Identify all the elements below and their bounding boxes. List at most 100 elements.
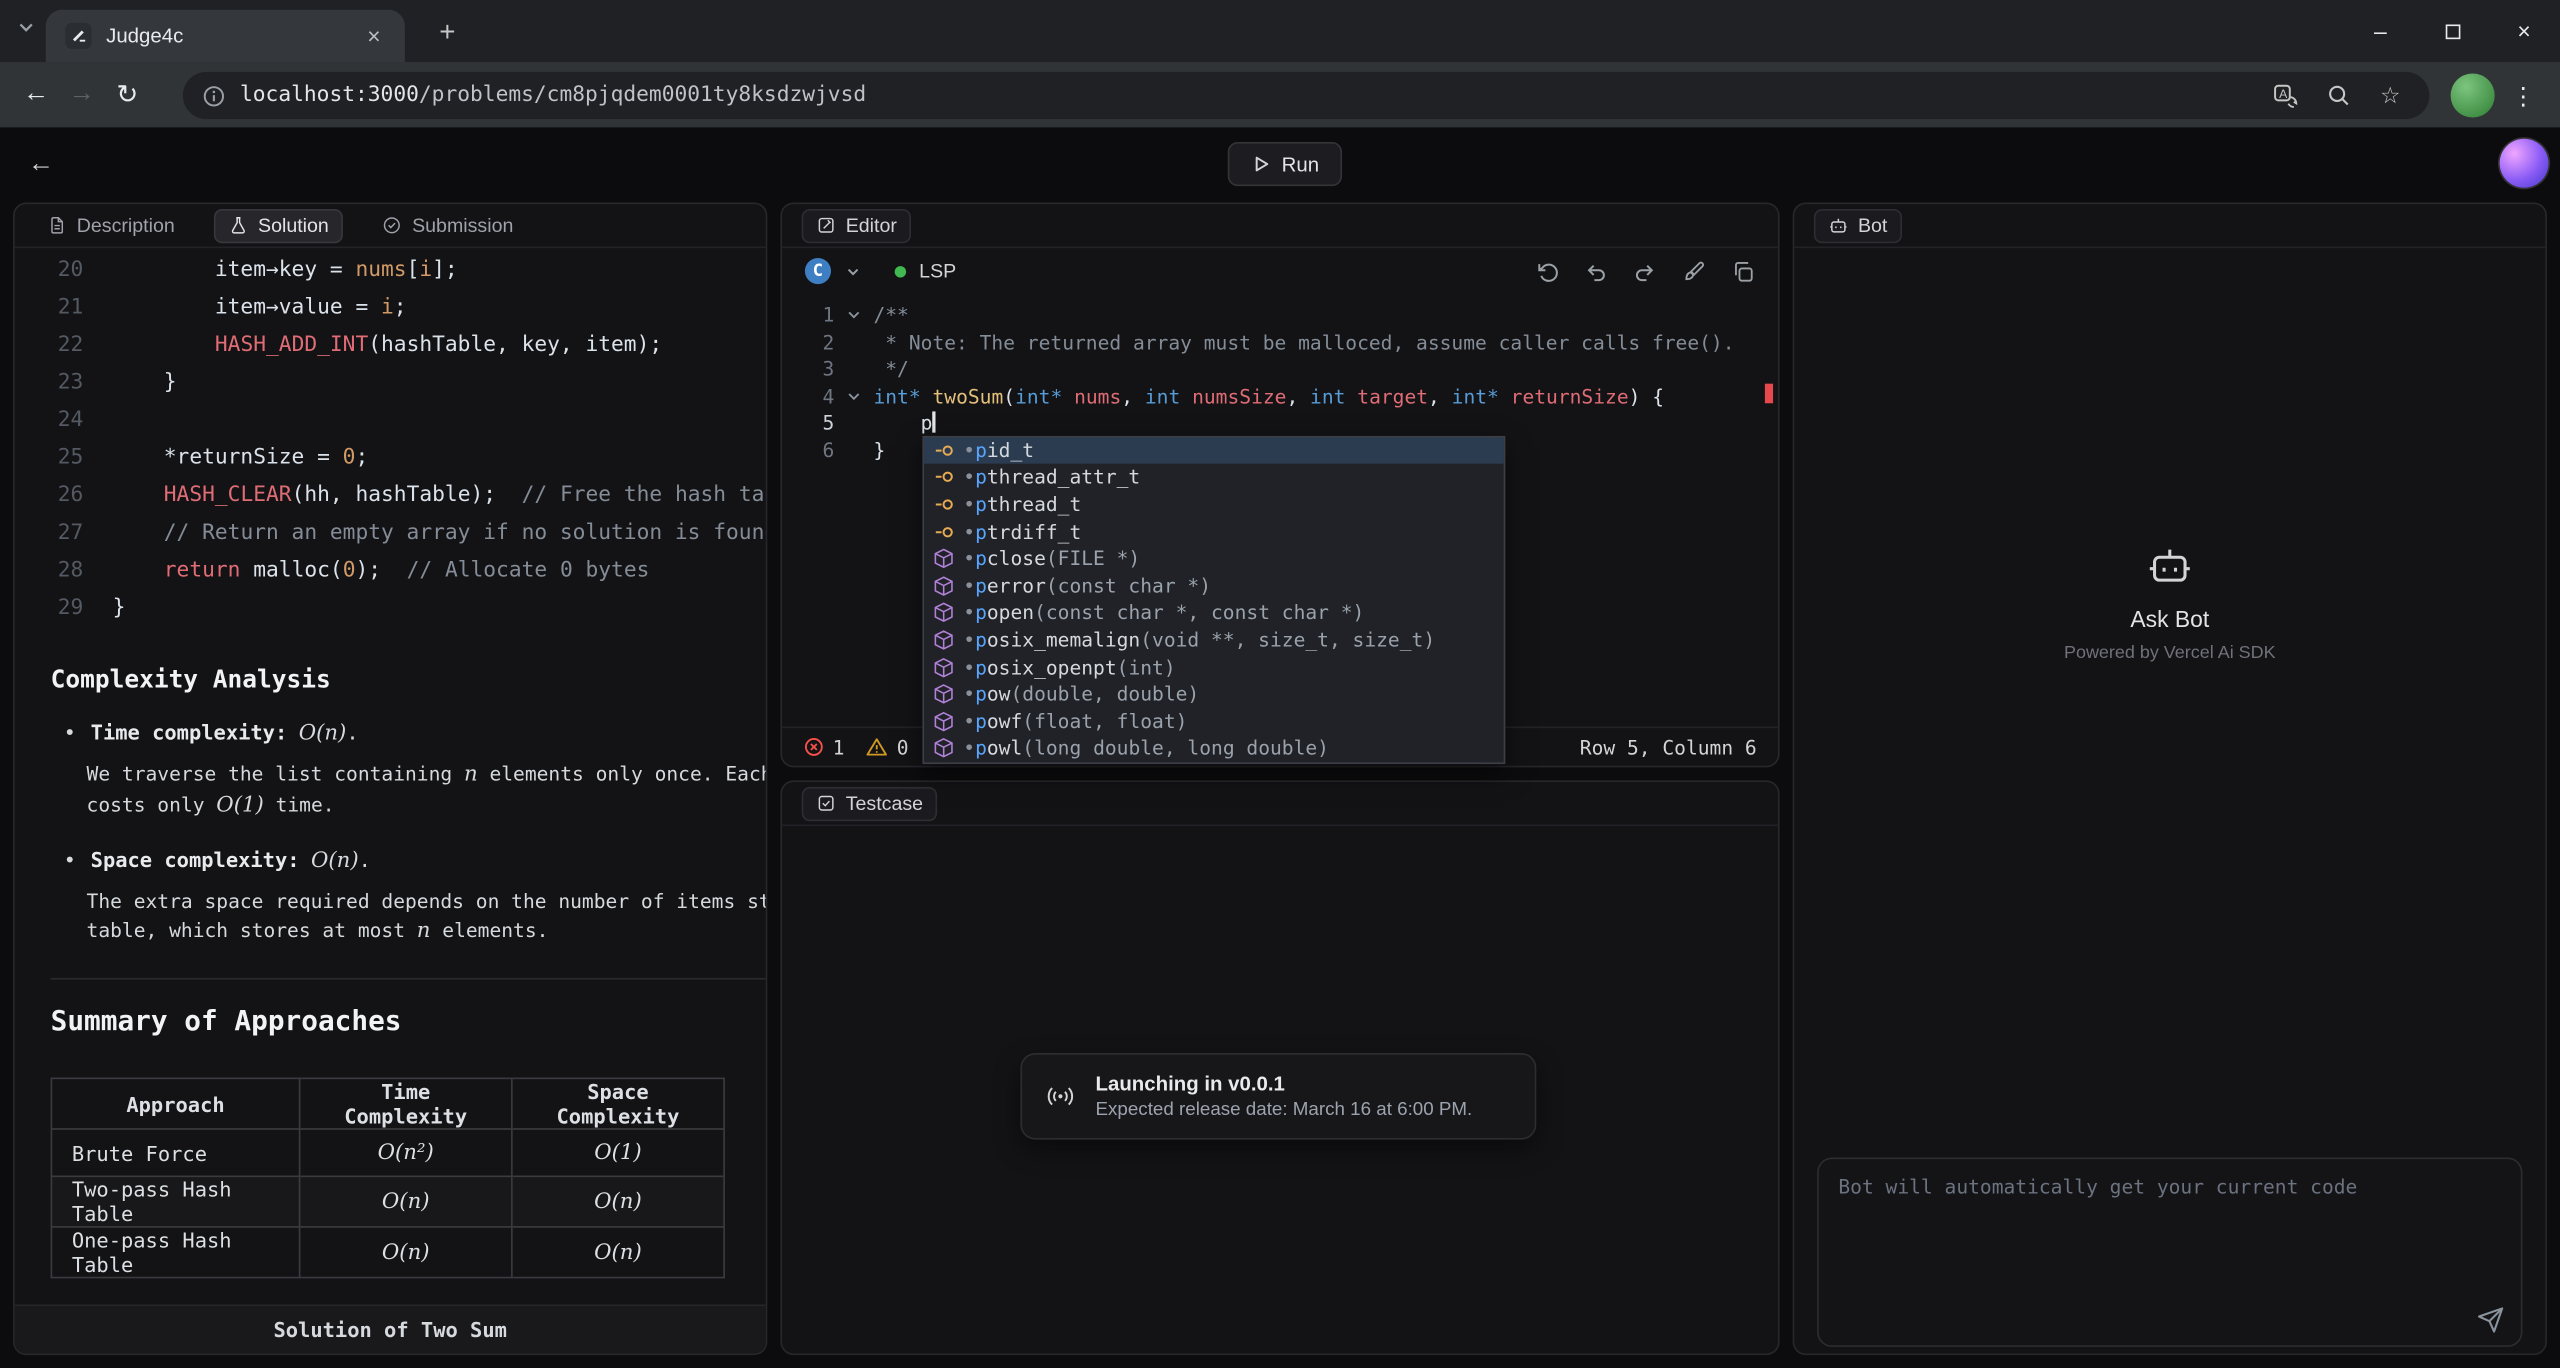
browser-profile-avatar[interactable] xyxy=(2451,73,2495,117)
line-number: 20 xyxy=(15,251,113,289)
reset-code-icon[interactable] xyxy=(1535,259,1559,283)
tab-close-icon[interactable]: × xyxy=(359,21,388,50)
table-row: Brute ForceO(n²)O(1) xyxy=(51,1129,724,1176)
toast-subtitle: Expected release date: March 16 at 6:00 … xyxy=(1096,1100,1473,1120)
favicon-judge4c-icon xyxy=(65,23,91,49)
svg-text:A: A xyxy=(2279,86,2288,100)
code-line: 2 * Note: The returned array must be mal… xyxy=(782,329,1775,356)
tab-bot[interactable]: Bot xyxy=(1814,208,1902,242)
fold-chevron-icon[interactable] xyxy=(834,302,873,329)
error-count: 1 xyxy=(803,736,844,759)
window-maximize-button[interactable] xyxy=(2416,0,2488,62)
c-language-icon: C xyxy=(805,258,831,284)
solution-code-block: 20 item→key = nums[i];21 item→value = i;… xyxy=(15,251,766,627)
send-icon xyxy=(2477,1306,2505,1334)
line-number: 1 xyxy=(782,302,834,329)
site-info-icon[interactable] xyxy=(202,84,225,107)
tab-description[interactable]: Description xyxy=(34,208,188,242)
table-header-cell: Space Complexity xyxy=(512,1078,724,1129)
tab-editor[interactable]: Editor xyxy=(802,208,912,242)
format-brush-icon[interactable] xyxy=(1682,259,1706,283)
code-line: 21 item→value = i; xyxy=(15,289,766,327)
function-symbol-icon xyxy=(932,574,955,597)
table-cell: One-pass Hash Table xyxy=(51,1227,299,1278)
editor-panel-header: Editor xyxy=(782,204,1778,248)
tab-solution[interactable]: Solution xyxy=(214,208,344,242)
autocomplete-item[interactable]: •perror(const char *) xyxy=(924,572,1504,599)
bookmark-star-icon[interactable]: ☆ xyxy=(2371,76,2410,115)
line-number: 23 xyxy=(15,364,113,402)
undo-icon[interactable] xyxy=(1584,259,1608,283)
table-row: Two-pass Hash TableO(n)O(n) xyxy=(51,1176,724,1227)
copy-icon[interactable] xyxy=(1731,259,1755,283)
tab-bot-label: Bot xyxy=(1858,214,1887,237)
line-number: 22 xyxy=(15,327,113,365)
line-number: 29 xyxy=(15,589,113,627)
window-controls: – × xyxy=(2344,0,2560,62)
browser-forward-button[interactable]: → xyxy=(59,72,105,118)
code-line: 5 p xyxy=(782,410,1775,437)
autocomplete-item[interactable]: •pclose(FILE *) xyxy=(924,545,1504,572)
new-tab-button[interactable]: + xyxy=(428,13,467,52)
window-close-button[interactable]: × xyxy=(2488,0,2560,62)
language-dropdown-chevron-icon[interactable] xyxy=(844,262,862,280)
translate-icon[interactable]: A xyxy=(2266,76,2305,115)
tab-submission[interactable]: Submission xyxy=(370,208,527,242)
line-number: 24 xyxy=(15,402,113,440)
bot-large-icon xyxy=(2147,542,2193,588)
text-cursor xyxy=(932,412,934,433)
table-cell: O(n) xyxy=(300,1176,512,1227)
solution-footer: Solution of Two Sum xyxy=(15,1304,766,1353)
window-minimize-button[interactable]: – xyxy=(2344,0,2416,62)
fold-gutter xyxy=(834,329,873,356)
send-button[interactable] xyxy=(2477,1306,2505,1334)
solution-content[interactable]: 20 item→key = nums[i];21 item→value = i;… xyxy=(15,248,766,1304)
browser-reload-button[interactable]: ↻ xyxy=(104,72,150,118)
line-number: 28 xyxy=(15,552,113,590)
autocomplete-item[interactable]: •posix_memalign(void **, size_t, size_t) xyxy=(924,626,1504,653)
play-icon xyxy=(1251,153,1272,174)
autocomplete-item[interactable]: •pow(double, double) xyxy=(924,681,1504,708)
tab-testcase[interactable]: Testcase xyxy=(802,786,938,820)
address-bar[interactable]: localhost:3000/problems/cm8pjqdem0001ty8… xyxy=(183,72,2430,119)
table-cell: Two-pass Hash Table xyxy=(51,1176,299,1227)
fold-chevron-icon[interactable] xyxy=(834,383,873,410)
fold-gutter xyxy=(834,410,873,437)
redo-icon[interactable] xyxy=(1633,259,1657,283)
code-line: 24 xyxy=(15,402,766,440)
table-cell: O(n) xyxy=(300,1227,512,1278)
editor-actions xyxy=(1535,259,1755,283)
table-cell: O(n) xyxy=(512,1227,724,1278)
bot-empty-subtitle: Powered by Vercel Ai SDK xyxy=(2064,643,2276,663)
typedef-symbol-icon xyxy=(932,493,955,516)
app-back-button[interactable]: ← xyxy=(20,144,62,186)
autocomplete-item[interactable]: •powf(float, float) xyxy=(924,708,1504,735)
bot-empty-title: Ask Bot xyxy=(2130,606,2209,632)
function-symbol-icon xyxy=(932,601,955,624)
line-number: 5 xyxy=(782,410,834,437)
browser-menu-icon[interactable]: ⋮ xyxy=(2504,73,2543,117)
search-lens-icon[interactable] xyxy=(2318,76,2357,115)
line-number: 2 xyxy=(782,329,834,356)
autocomplete-item[interactable]: •popen(const char *, const char *) xyxy=(924,599,1504,626)
browser-tab[interactable]: Judge4c × xyxy=(46,10,405,62)
tab-search-chevron-icon[interactable] xyxy=(16,18,36,38)
autocomplete-item[interactable]: •ptrdiff_t xyxy=(924,518,1504,545)
user-avatar[interactable] xyxy=(2500,139,2549,188)
warning-icon xyxy=(866,736,889,757)
code-line: 29} xyxy=(15,589,766,627)
code-line: 1/** xyxy=(782,302,1775,329)
time-complexity-paragraph: We traverse the list containing n elemen… xyxy=(15,759,766,821)
browser-back-button[interactable]: ← xyxy=(13,72,59,118)
line-number: 4 xyxy=(782,383,834,410)
code-line: 23 } xyxy=(15,364,766,402)
autocomplete-item[interactable]: •pthread_attr_t xyxy=(924,464,1504,491)
autocomplete-item[interactable]: •pthread_t xyxy=(924,491,1504,518)
autocomplete-item[interactable]: •posix_openpt(int) xyxy=(924,653,1504,680)
time-complexity-item: • Time complexity: O(n). xyxy=(64,720,766,746)
typedef-symbol-icon xyxy=(932,439,955,462)
autocomplete-item[interactable]: •pid_t xyxy=(924,437,1504,464)
autocomplete-item[interactable]: •powl(long double, long double) xyxy=(924,735,1504,762)
run-button[interactable]: Run xyxy=(1228,142,1342,186)
bot-message-input[interactable]: Bot will automatically get your current … xyxy=(1817,1158,2522,1347)
